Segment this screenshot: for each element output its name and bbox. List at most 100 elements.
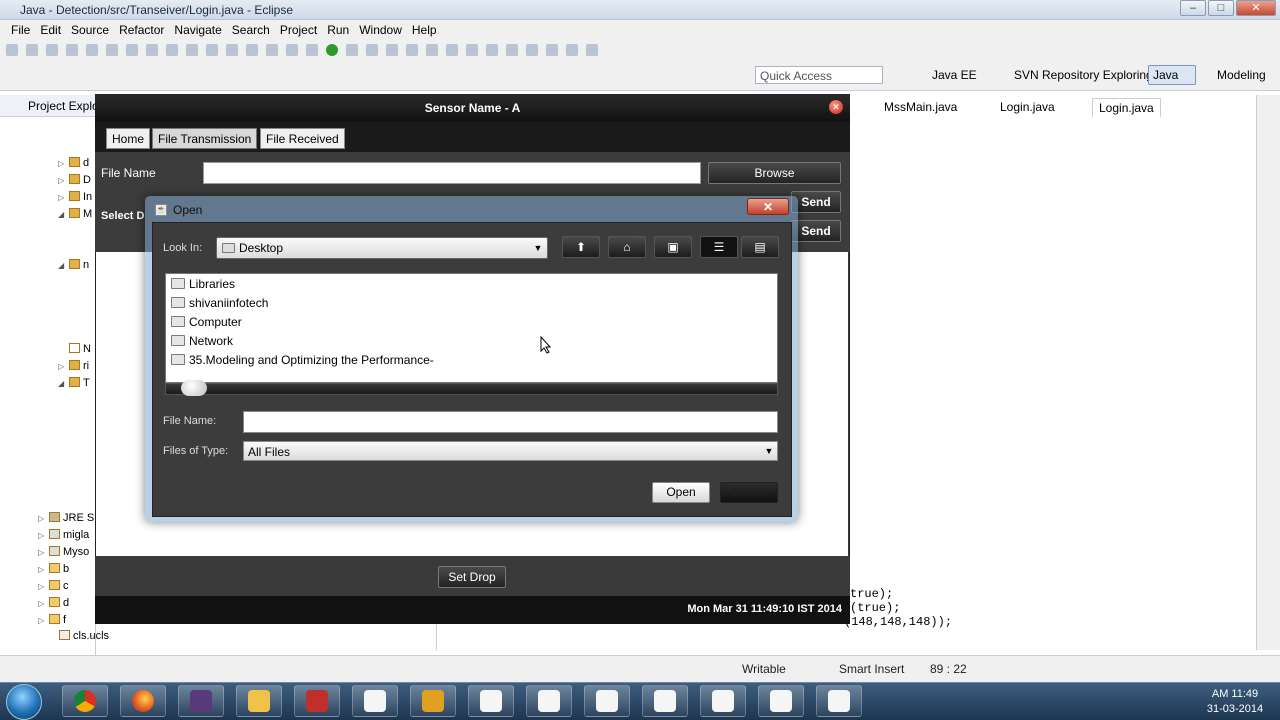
- perspective-svn[interactable]: SVN Repository Exploring: [1014, 68, 1153, 82]
- scrollbar-thumb[interactable]: [181, 380, 207, 396]
- file-explorer-icon[interactable]: [236, 685, 282, 717]
- menu-edit[interactable]: Edit: [35, 23, 66, 37]
- perspective-modeling[interactable]: Modeling: [1217, 68, 1266, 82]
- file-name-field[interactable]: [203, 162, 701, 184]
- tree-item[interactable]: N: [58, 343, 91, 355]
- tree-item[interactable]: ▷ migla: [38, 529, 89, 541]
- tool-icon[interactable]: [486, 44, 498, 56]
- up-folder-icon[interactable]: ⬆: [562, 236, 600, 258]
- perspective-java-ee[interactable]: Java EE: [932, 68, 977, 82]
- editor-tab-mssmain[interactable]: MssMain.java: [878, 98, 963, 116]
- tree-item[interactable]: cls.ucls: [48, 630, 109, 642]
- tool-icon[interactable]: [126, 44, 138, 56]
- tool-icon[interactable]: [166, 44, 178, 56]
- system-clock[interactable]: AM 11:49 31-03-2014: [1195, 687, 1275, 717]
- tool-icon[interactable]: [106, 44, 118, 56]
- file-name-input[interactable]: [243, 411, 778, 433]
- run-icon[interactable]: [326, 44, 338, 56]
- menu-run[interactable]: Run: [322, 23, 354, 37]
- tool-icon[interactable]: [446, 44, 458, 56]
- tool-icon[interactable]: [66, 44, 78, 56]
- list-item[interactable]: shivaniinfotech: [171, 296, 268, 310]
- tool-icon[interactable]: [586, 44, 598, 56]
- open-button[interactable]: Open: [652, 482, 710, 503]
- print-icon[interactable]: [46, 44, 58, 56]
- tool-icon[interactable]: [246, 44, 258, 56]
- java-app-icon[interactable]: [758, 685, 804, 717]
- tool-icon[interactable]: [366, 44, 378, 56]
- menu-project[interactable]: Project: [275, 23, 322, 37]
- tree-item[interactable]: ◢ M: [58, 208, 92, 220]
- chrome-icon[interactable]: [62, 685, 108, 717]
- java-app-icon[interactable]: [526, 685, 572, 717]
- maximize-icon[interactable]: □: [1208, 0, 1234, 16]
- hs-app-icon[interactable]: [410, 685, 456, 717]
- java-app-icon[interactable]: [816, 685, 862, 717]
- tree-item[interactable]: ▷ d: [58, 157, 89, 169]
- tool-icon[interactable]: [426, 44, 438, 56]
- tool-icon[interactable]: [266, 44, 278, 56]
- tree-item[interactable]: ▷ f: [38, 614, 66, 626]
- menu-search[interactable]: Search: [227, 23, 275, 37]
- tool-icon[interactable]: [206, 44, 218, 56]
- java-app-icon[interactable]: [584, 685, 630, 717]
- tree-item[interactable]: ▷ ri: [58, 360, 89, 372]
- save-icon[interactable]: [26, 44, 38, 56]
- look-in-select[interactable]: Desktop ▼: [216, 237, 548, 259]
- tool-icon[interactable]: [406, 44, 418, 56]
- send-button[interactable]: Send: [791, 191, 841, 213]
- editor-tab-login-active[interactable]: Login.java: [1092, 98, 1161, 117]
- list-item[interactable]: Network: [171, 334, 233, 348]
- forward-icon[interactable]: [566, 44, 578, 56]
- set-drop-button[interactable]: Set Drop: [438, 566, 506, 588]
- tree-item[interactable]: ▷ JRE S: [38, 512, 94, 524]
- tree-item[interactable]: ▷ In: [58, 191, 92, 203]
- menu-file[interactable]: File: [6, 23, 35, 37]
- tree-item[interactable]: ◢ T: [58, 377, 90, 389]
- horizontal-scrollbar[interactable]: [165, 383, 778, 395]
- details-view-icon[interactable]: ▤: [741, 236, 779, 258]
- files-of-type-select[interactable]: All Files ▼: [243, 441, 778, 461]
- tab-file-transmission[interactable]: File Transmission: [152, 128, 258, 149]
- tool-icon[interactable]: [146, 44, 158, 56]
- java-app-icon[interactable]: [468, 685, 514, 717]
- new-folder-icon[interactable]: ▣: [654, 236, 692, 258]
- tool-icon[interactable]: [186, 44, 198, 56]
- cancel-button[interactable]: Cancel: [720, 482, 778, 503]
- tab-file-received[interactable]: File Received: [260, 128, 345, 149]
- perspective-java[interactable]: Java: [1148, 65, 1196, 85]
- tree-item[interactable]: ▷ c: [38, 580, 69, 592]
- tree-item[interactable]: ▷ Myso: [38, 546, 89, 558]
- menu-help[interactable]: Help: [407, 23, 442, 37]
- back-icon[interactable]: [546, 44, 558, 56]
- tool-icon[interactable]: [286, 44, 298, 56]
- tool-icon[interactable]: [386, 44, 398, 56]
- java-app-icon[interactable]: [642, 685, 688, 717]
- menu-refactor[interactable]: Refactor: [114, 23, 169, 37]
- tree-item[interactable]: ◢ n: [58, 259, 89, 271]
- tree-item[interactable]: ▷ d: [38, 597, 69, 609]
- tool-icon[interactable]: [226, 44, 238, 56]
- windows-start-icon[interactable]: [6, 684, 42, 720]
- send-button[interactable]: Send: [791, 220, 841, 242]
- editor-tab-login[interactable]: Login.java: [994, 98, 1061, 116]
- tool-icon[interactable]: [86, 44, 98, 56]
- list-item[interactable]: 35.Modeling and Optimizing the Performan…: [171, 353, 434, 367]
- tool-icon[interactable]: [466, 44, 478, 56]
- tool-icon[interactable]: [506, 44, 518, 56]
- tool-icon[interactable]: [346, 44, 358, 56]
- menu-source[interactable]: Source: [66, 23, 114, 37]
- browse-button[interactable]: Browse: [708, 162, 841, 184]
- firefox-icon[interactable]: [120, 685, 166, 717]
- quick-access-input[interactable]: Quick Access: [755, 66, 883, 84]
- java-app-icon[interactable]: [700, 685, 746, 717]
- menu-navigate[interactable]: Navigate: [169, 23, 226, 37]
- home-icon[interactable]: ⌂: [608, 236, 646, 258]
- list-item[interactable]: Computer: [171, 315, 242, 329]
- close-icon[interactable]: ✕: [1236, 0, 1276, 16]
- list-view-icon[interactable]: ☰: [700, 236, 738, 258]
- close-icon[interactable]: ✕: [747, 198, 789, 215]
- tree-item[interactable]: ▷ b: [38, 563, 69, 575]
- debug-icon[interactable]: [306, 44, 318, 56]
- tool-icon[interactable]: [526, 44, 538, 56]
